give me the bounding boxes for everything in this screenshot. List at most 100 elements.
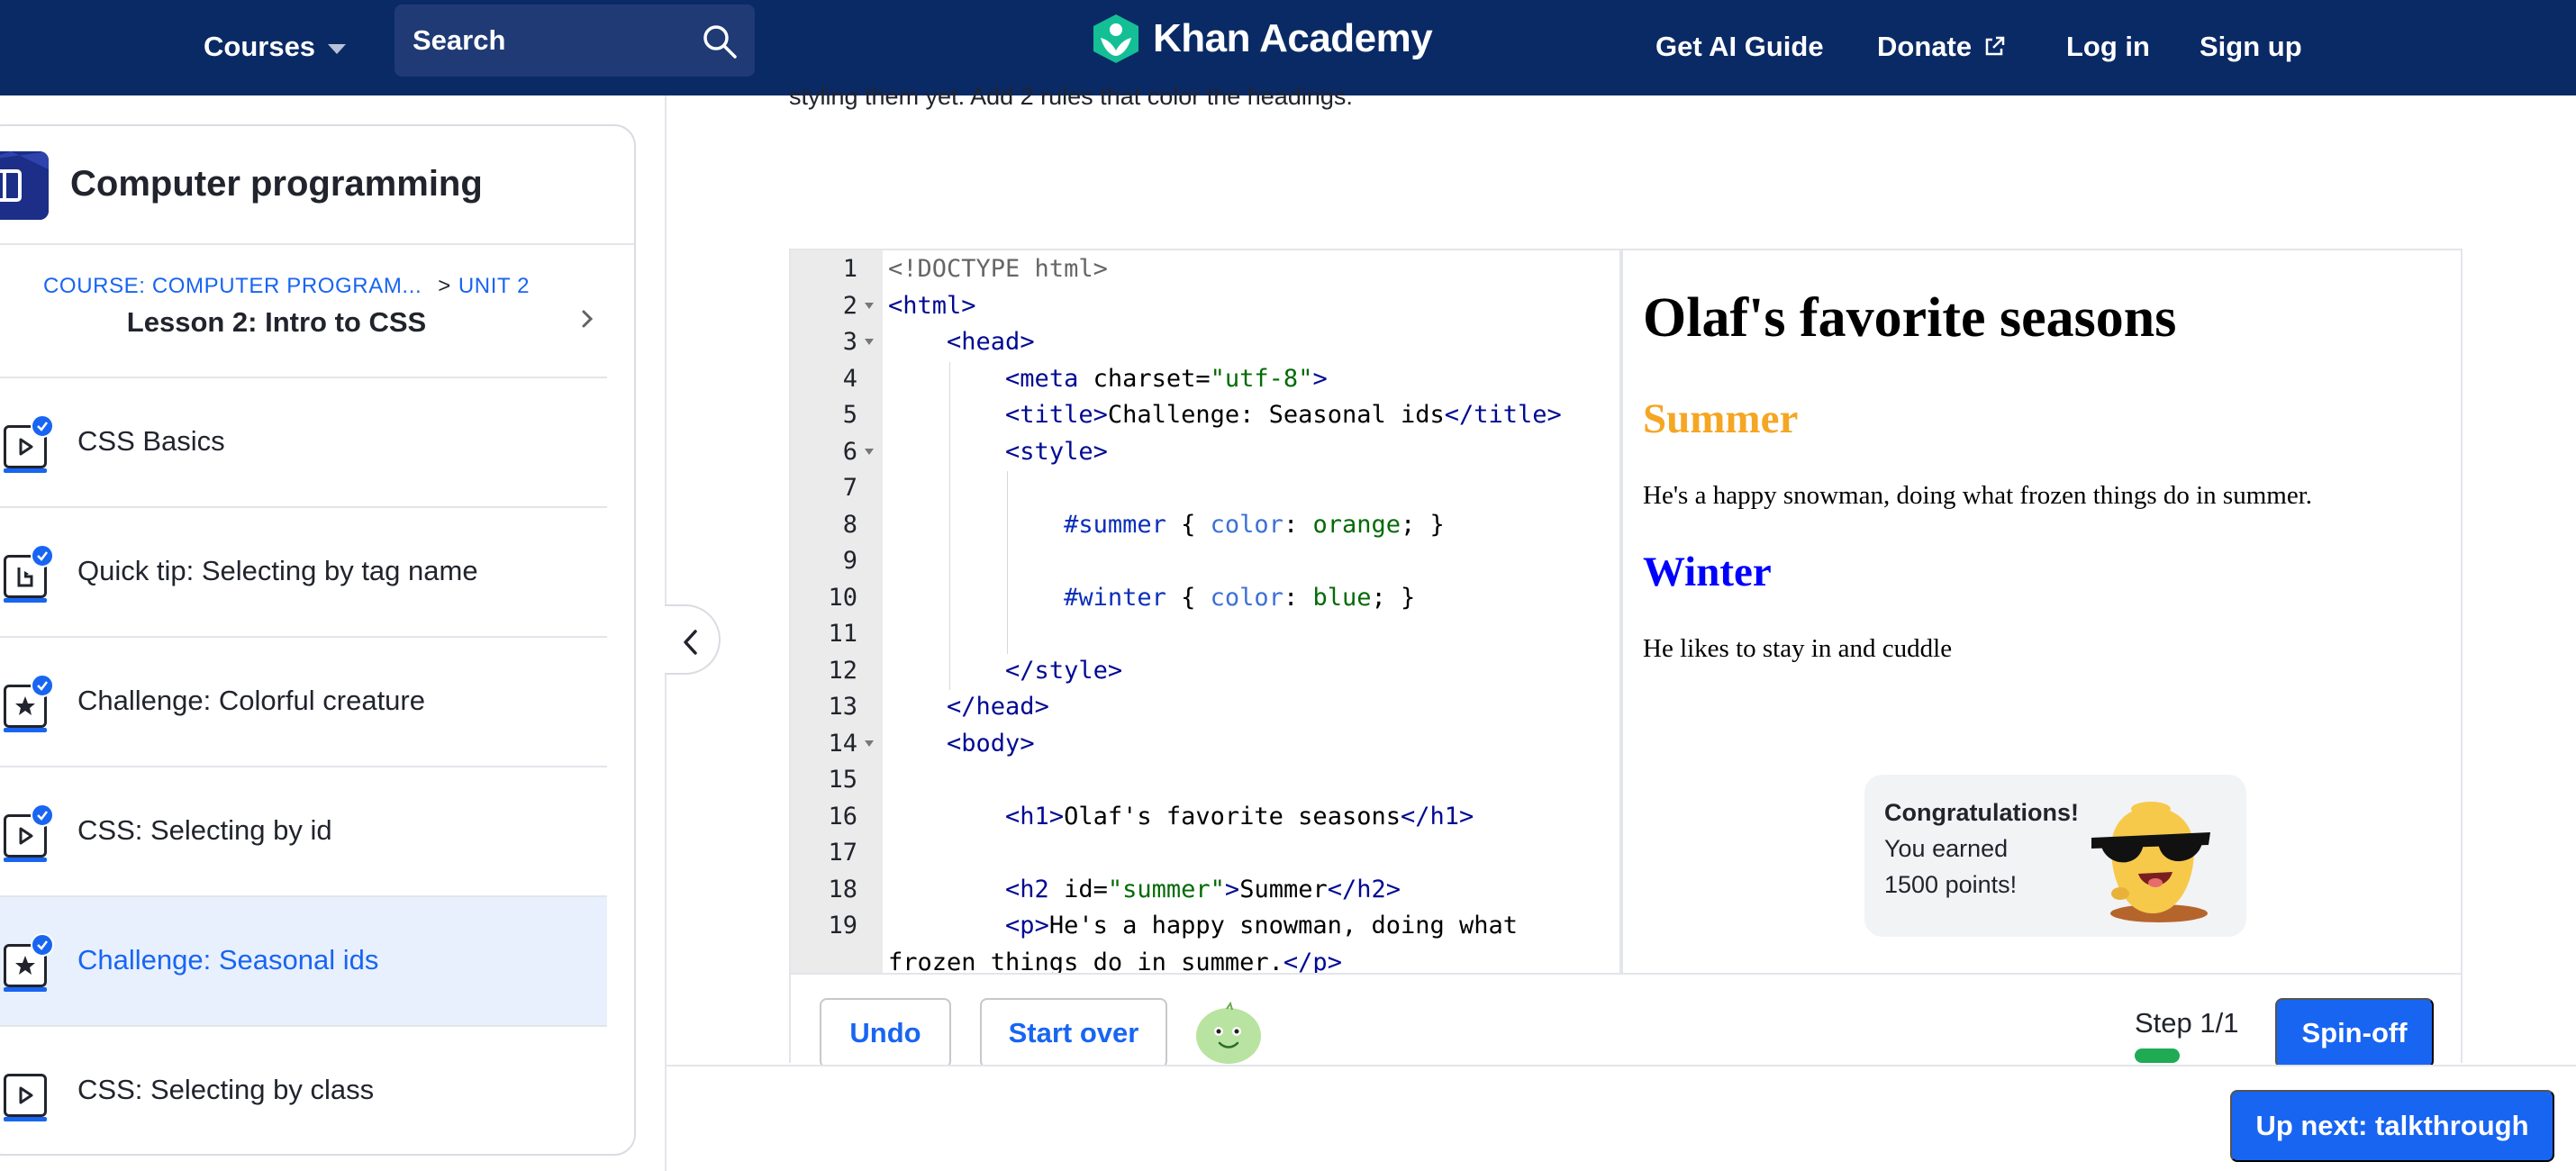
khan-academy-logo[interactable]: Khan Academy (1092, 13, 1433, 65)
get-ai-guide-label: Get AI Guide (1655, 31, 1824, 62)
code-text: <p>He's a happy snowman, doing what (1005, 912, 1518, 940)
course-sidebar: Computer programming COURSE: COMPUTER PR… (0, 124, 636, 1156)
external-link-icon (1985, 36, 2005, 56)
chevron-left-icon (684, 630, 697, 655)
donate-label: Donate (1877, 31, 1973, 62)
line-number: 5 (842, 401, 857, 429)
code-text: #winter { color: blue; } (1064, 583, 1416, 612)
code-text: <meta charset="utf-8"> (1005, 364, 1328, 393)
line-number: 11 (828, 620, 857, 648)
code-text: <body> (947, 729, 1035, 758)
breadcrumb-course-link[interactable]: COURSE: COMPUTER PROGRAM... (43, 274, 422, 298)
lesson-item-label: CSS: Selecting by id (77, 814, 332, 846)
sunglasses-mascot-icon (2091, 802, 2210, 922)
line-number: 2 (842, 291, 857, 320)
logo-text: Khan Academy (1153, 16, 1433, 60)
fold-arrow-icon[interactable] (865, 302, 874, 309)
lesson-list: CSS Basics Quick tip: Selecting by tag n… (0, 377, 607, 1154)
chevron-right-icon (582, 310, 594, 328)
preview-winter-text: He likes to stay in and cuddle (1643, 634, 1953, 663)
lesson-item-label: CSS: Selecting by class (77, 1074, 375, 1105)
instructions-text: styling them yet. Add 2 rules that color… (789, 83, 1353, 110)
fold-arrow-icon[interactable] (865, 448, 874, 455)
collapse-sidebar-button[interactable] (665, 604, 721, 675)
lesson-item-label: Quick tip: Selecting by tag name (77, 555, 478, 586)
preview-summer-heading: Summer (1643, 395, 1799, 442)
line-number: 13 (828, 693, 857, 721)
editor-toolbar: Undo Start over Step 1/1 Spin-off (791, 973, 2461, 1068)
footer-bar: Up next: talkthrough (667, 1065, 2576, 1171)
completed-check-icon (31, 803, 54, 827)
course-header: Computer programming (0, 126, 634, 245)
output-preview: Olaf's favorite seasons Summer He's a ha… (1627, 250, 2461, 973)
start-over-button[interactable]: Start over (980, 998, 1167, 1068)
step-progress-bar (2135, 1048, 2180, 1063)
line-number: 12 (828, 656, 857, 685)
preview-winter-heading: Winter (1643, 549, 1772, 595)
code-text: <h2 id="summer">Summer</h2> (1005, 875, 1401, 903)
courses-label: Courses (204, 31, 316, 62)
breadcrumb: COURSE: COMPUTER PROGRAM... > UNIT 2 (43, 274, 530, 299)
chevron-down-icon (328, 43, 347, 54)
line-number: 9 (842, 547, 857, 575)
search-box (395, 5, 755, 77)
courses-menu-button[interactable]: Courses (204, 23, 347, 70)
line-number: 14 (828, 729, 857, 758)
completed-check-icon (31, 544, 54, 567)
lesson-item-selecting-by-id[interactable]: CSS: Selecting by id (0, 766, 607, 895)
signup-link[interactable]: Sign up (2200, 22, 2302, 72)
congrats-message: Congratulations! You earned 1500 points! (1884, 794, 2079, 903)
undo-button[interactable]: Undo (820, 998, 951, 1068)
lesson-item-label: Challenge: Seasonal ids (77, 944, 379, 976)
completed-check-icon (31, 933, 54, 957)
search-icon[interactable] (701, 23, 739, 60)
code-editor[interactable]: 1 <!DOCTYPE html> 2 <html> 3 <head> 4 <meta c… (791, 250, 1623, 973)
search-input[interactable] (413, 24, 683, 57)
lesson-breadcrumb[interactable]: COURSE: COMPUTER PROGRAM... > UNIT 2 Lesso… (0, 259, 607, 359)
line-number: 19 (828, 912, 857, 940)
line-number: 17 (828, 839, 857, 867)
code-text: <h1>Olaf's favorite seasons</h1> (1005, 802, 1474, 831)
code-text: </head> (947, 693, 1049, 721)
line-number: 18 (828, 875, 857, 903)
step-indicator-label: Step 1/1 (2135, 1007, 2239, 1039)
login-label: Log in (2066, 31, 2150, 62)
lesson-item-seasonal-ids[interactable]: Challenge: Seasonal ids (0, 895, 607, 1025)
spin-off-button[interactable]: Spin-off (2275, 998, 2434, 1068)
course-title: Computer programming (70, 164, 483, 204)
code-text: #summer { color: orange; } (1064, 510, 1445, 539)
code-text: frozen things do in summer.</p> (888, 948, 1342, 974)
line-number: 1 (842, 255, 857, 283)
lesson-item-colorful-creature[interactable]: Challenge: Colorful creature (0, 636, 607, 766)
code-challenge-editor: 1 <!DOCTYPE html> 2 <html> 3 <head> 4 <meta c… (789, 249, 2463, 1068)
indent-guide (1007, 471, 1008, 654)
code-text: <!DOCTYPE html> (888, 255, 1108, 283)
congrats-title: Congratulations! (1884, 799, 2079, 826)
line-number: 3 (842, 328, 857, 356)
line-number: 10 (828, 583, 857, 612)
video-icon (4, 1074, 47, 1121)
donate-link[interactable]: Donate (1877, 22, 2006, 72)
line-number: 7 (842, 474, 857, 502)
get-ai-guide-link[interactable]: Get AI Guide (1655, 22, 1824, 72)
congrats-line-1: You earned (1884, 835, 2009, 862)
line-number: 4 (842, 364, 857, 393)
lesson-item-label: Challenge: Colorful creature (77, 685, 425, 716)
lesson-item-selecting-by-class[interactable]: CSS: Selecting by class (0, 1025, 607, 1154)
line-number: 8 (842, 510, 857, 539)
code-text: </style> (1005, 656, 1123, 685)
signup-label: Sign up (2200, 31, 2302, 62)
lesson-item-css-basics[interactable]: CSS Basics (0, 377, 607, 506)
completed-check-icon (31, 414, 54, 438)
lesson-item-quick-tip[interactable]: Quick tip: Selecting by tag name (0, 506, 607, 636)
congratulations-card: Congratulations! You earned 1500 points! (1864, 775, 2246, 937)
fold-arrow-icon[interactable] (865, 740, 874, 747)
breadcrumb-unit-link[interactable]: UNIT 2 (458, 274, 530, 298)
up-next-button[interactable]: Up next: talkthrough (2230, 1090, 2554, 1162)
login-link[interactable]: Log in (2066, 22, 2150, 72)
fold-arrow-icon[interactable] (865, 339, 874, 345)
line-number: 16 (828, 802, 857, 831)
code-text: <title>Challenge: Seasonal ids</title> (1005, 401, 1562, 429)
avatar-icon (1196, 1002, 1261, 1064)
lesson-title: Lesson 2: Intro to CSS (126, 306, 427, 338)
